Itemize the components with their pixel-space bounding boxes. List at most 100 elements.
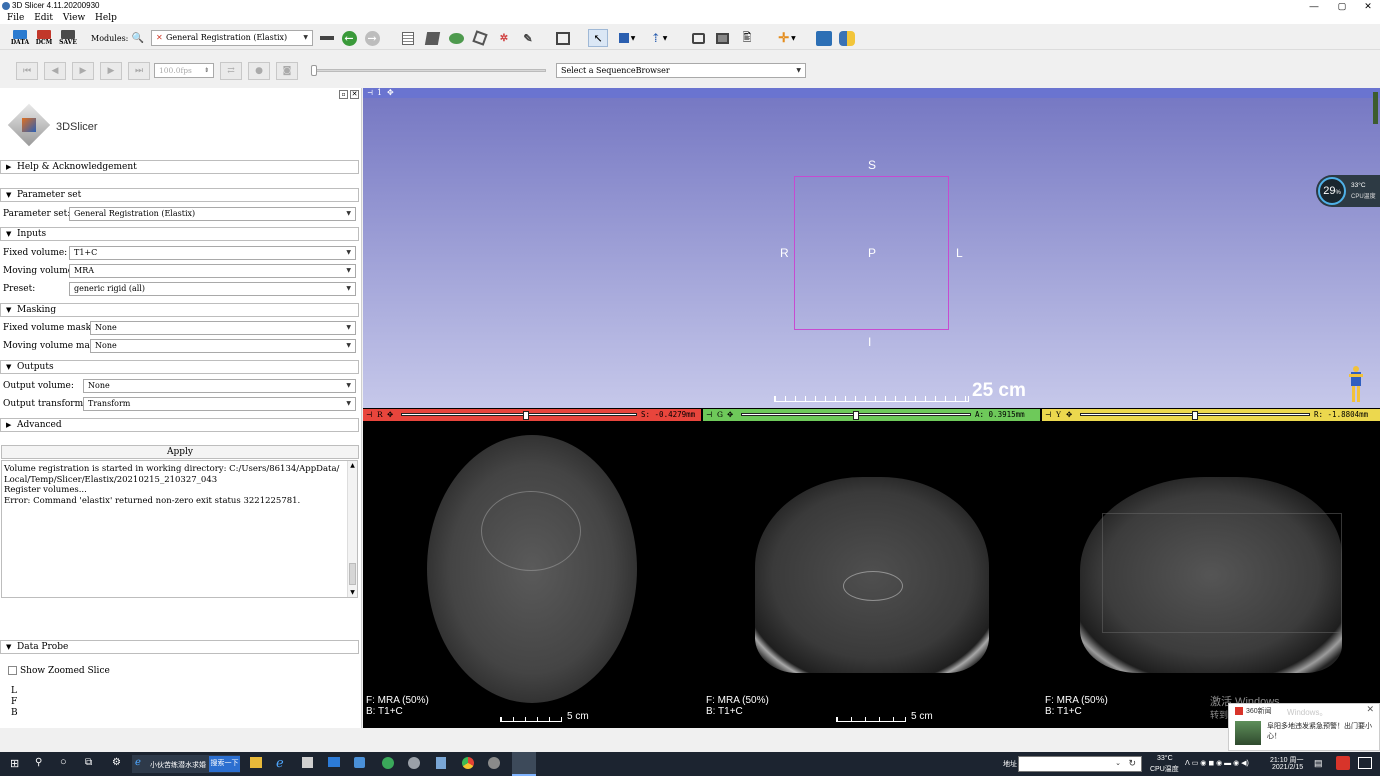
load-dicom-button[interactable]: DCM <box>34 29 54 47</box>
3d-view-controller-bar[interactable]: ⊣ 1 ✥ <box>363 88 1380 98</box>
models-module-icon[interactable] <box>448 29 464 47</box>
show-desktop-icon[interactable] <box>1358 757 1372 769</box>
cpu-monitor-widget[interactable]: 29% 33°C CPU温度 <box>1316 175 1380 207</box>
select-mode-button[interactable]: ↖ <box>588 29 608 47</box>
editor-module-icon[interactable]: ✎ <box>520 29 536 47</box>
show-zoomed-slice-checkbox[interactable] <box>8 666 17 675</box>
news-headline[interactable]: 阜阳多地违发紧急预警！出门要小心！ <box>1267 722 1377 742</box>
taskbar-search-button[interactable]: 搜索一下 <box>209 756 240 772</box>
store-icon[interactable] <box>302 757 313 768</box>
camera-icon[interactable] <box>408 757 420 769</box>
scene-restore-icon[interactable]: 🖺 <box>738 29 756 47</box>
notes-icon[interactable] <box>436 757 446 769</box>
green-slice-controller-bar[interactable]: ⊣ G ✥ A: 0.3915mm <box>703 409 1040 421</box>
fixed-mask-dropdown[interactable]: None ▼ <box>90 321 356 335</box>
log-scrollbar[interactable]: ▲ ▼ <box>347 461 357 597</box>
yellow-slice-view[interactable]: F: MRA (50%) B: T1+C 激活 Windows 转到 <box>1042 421 1380 728</box>
cortana-icon[interactable]: ○ <box>60 756 67 768</box>
close-panel-icon[interactable]: ✕ <box>350 90 359 99</box>
settings-gear-icon[interactable]: ⚙ <box>112 757 121 768</box>
outputs-section-header[interactable]: ▼ Outputs <box>0 360 359 374</box>
log-scrollbar-thumb[interactable] <box>349 563 356 585</box>
scroll-up-icon[interactable]: ▲ <box>348 461 357 472</box>
scene-view-icon[interactable] <box>714 29 730 47</box>
module-search-icon[interactable]: 🔍 <box>132 29 144 47</box>
link-icon[interactable]: ✥ <box>387 409 393 421</box>
action-center-icon[interactable]: ▤ <box>1314 758 1323 769</box>
moving-volume-dropdown[interactable]: MRA ▼ <box>69 264 356 278</box>
menu-view[interactable]: View <box>63 12 85 24</box>
red-slice-slider-track[interactable] <box>401 413 637 416</box>
sequence-slider-handle[interactable] <box>311 65 317 76</box>
edge-icon[interactable]: ℯ <box>276 755 284 771</box>
output-transform-dropdown[interactable]: Transform ▼ <box>83 397 356 411</box>
taskbar-browser-search[interactable]: ℯ 小伙苦练潜水求婚 搜索一下 <box>132 755 240 773</box>
red-slice-view[interactable]: F: MRA (50%) B: T1+C 5 cm <box>363 421 701 728</box>
data-module-icon[interactable] <box>400 29 416 47</box>
data-probe-section-header[interactable]: ▼ Data Probe <box>0 640 359 654</box>
parameter-set-dropdown[interactable]: General Registration (Elastix) ▼ <box>69 207 356 221</box>
menu-edit[interactable]: Edit <box>34 12 53 24</box>
windows-start-icon[interactable]: ⊞ <box>10 757 19 770</box>
crosshair-button[interactable]: ✛ ▼ <box>773 29 801 47</box>
wechat-icon[interactable] <box>382 757 394 769</box>
previous-frame-button[interactable]: ◀ <box>44 62 66 80</box>
place-fiducial-button[interactable]: ▼ <box>616 29 638 47</box>
tray-app-icon[interactable] <box>1336 756 1350 770</box>
slicer-taskbar-icon[interactable] <box>488 757 500 769</box>
address-input[interactable]: ⌄ ↻ <box>1018 756 1142 772</box>
search-icon[interactable]: ⚲ <box>35 757 42 768</box>
minimize-button[interactable]: — <box>1304 0 1324 12</box>
snapshot-button[interactable]: ◙ <box>276 62 298 80</box>
sequence-browser-selector[interactable]: Select a SequenceBrowser ▼ <box>556 63 806 78</box>
pin-icon[interactable]: ⊣ <box>1045 409 1051 421</box>
crosshair-pointer-button[interactable]: ⇡ ▼ <box>648 29 670 47</box>
first-frame-button[interactable]: ⏮ <box>16 62 38 80</box>
yellow-slice-slider-handle[interactable] <box>1192 411 1198 420</box>
moving-mask-dropdown[interactable]: None ▼ <box>90 339 356 353</box>
close-icon[interactable]: ✕ <box>1366 704 1374 715</box>
green-slice-view[interactable]: F: MRA (50%) B: T1+C 5 cm <box>703 421 1040 728</box>
record-button[interactable]: ● <box>248 62 270 80</box>
module-list-icon[interactable] <box>319 29 335 47</box>
scroll-down-icon[interactable]: ▼ <box>348 588 357 597</box>
pin-icon[interactable]: ⊣ <box>706 409 712 421</box>
link-icon[interactable]: ✥ <box>387 88 394 98</box>
float-panel-icon[interactable]: ▫ <box>339 90 348 99</box>
forward-button[interactable]: → <box>364 29 380 47</box>
play-button[interactable]: ▶ <box>72 62 94 80</box>
tray-icons[interactable]: ᐱ ▭ ◉ ◼ ◉ ▬ ◉ ◀) <box>1185 759 1249 767</box>
back-button[interactable]: ← <box>341 29 357 47</box>
module-selector[interactable]: ✕ General Registration (Elastix) ▼ <box>151 30 313 46</box>
volumes-module-icon[interactable] <box>424 29 440 47</box>
close-button[interactable]: ✕ <box>1358 0 1378 12</box>
sequence-slider-track[interactable] <box>316 69 546 72</box>
layout-icon[interactable] <box>555 29 571 47</box>
next-frame-button[interactable]: ▶ <box>100 62 122 80</box>
task-view-icon[interactable]: ⧉ <box>85 757 92 768</box>
inputs-section-header[interactable]: ▼ Inputs <box>0 227 359 241</box>
screenshot-icon[interactable] <box>690 29 706 47</box>
transforms-module-icon[interactable] <box>472 29 488 47</box>
green-slice-slider-handle[interactable] <box>853 411 859 420</box>
extension-manager-icon[interactable] <box>815 29 833 47</box>
pin-icon[interactable]: ⊣ <box>366 409 372 421</box>
link-icon[interactable]: ✥ <box>727 409 733 421</box>
chrome-icon[interactable] <box>462 757 474 769</box>
red-slice-controller-bar[interactable]: ⊣ R ✥ S: -0.4279mm <box>363 409 701 421</box>
load-data-button[interactable]: DATA <box>10 29 30 47</box>
photos-icon[interactable] <box>354 757 365 768</box>
fps-spinbox[interactable]: 100.0fps ⇕ <box>154 63 214 78</box>
parameter-set-section-header[interactable]: ▼ Parameter set <box>0 188 359 202</box>
loop-button[interactable]: ⇄ <box>220 62 242 80</box>
maximize-button[interactable]: ▢ <box>1332 0 1352 12</box>
preset-dropdown[interactable]: generic rigid (all) ▼ <box>69 282 356 296</box>
slicer-active-taskbar-icon[interactable] <box>512 752 536 776</box>
menu-help[interactable]: Help <box>95 12 117 24</box>
3d-view-side-handle[interactable] <box>1373 92 1378 124</box>
help-section-header[interactable]: ▶ Help & Acknowledgement <box>0 160 359 174</box>
news-notification[interactable]: 360新闻 Windows。 ✕ 阜阳多地违发紧急预警！出门要小心！ <box>1228 703 1380 751</box>
mail-icon[interactable] <box>328 757 340 767</box>
file-explorer-icon[interactable] <box>250 757 262 768</box>
fixed-volume-dropdown[interactable]: T1+C ▼ <box>69 246 356 260</box>
